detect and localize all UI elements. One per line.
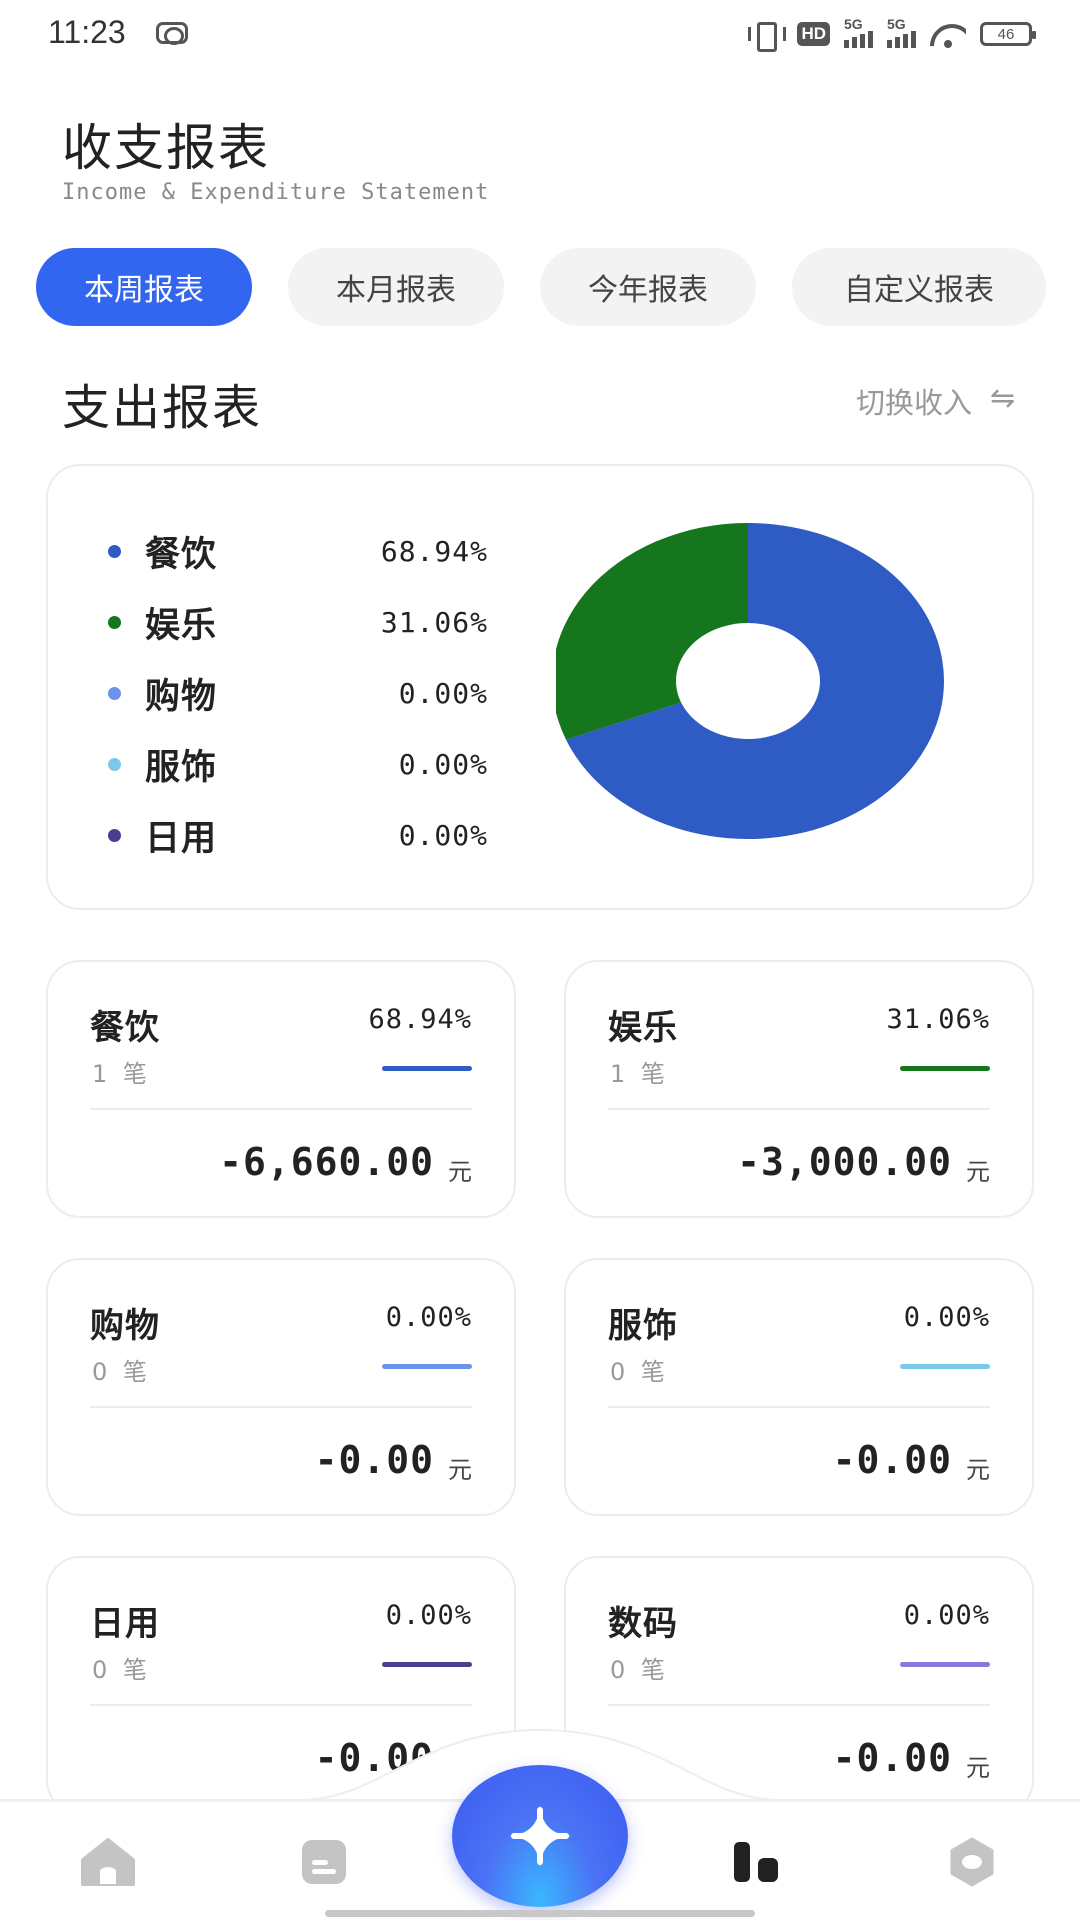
legend-name: 娱乐 xyxy=(145,606,218,646)
legend-dot xyxy=(108,616,121,629)
add-record-button[interactable] xyxy=(452,1765,628,1907)
legend-name: 餐饮 xyxy=(145,535,218,575)
period-tabs: 本周报表 本月报表 今年报表 自定义报表 xyxy=(36,248,1046,326)
category-count: 1 笔 xyxy=(610,1060,669,1088)
category-card[interactable]: 餐饮 68.94% 1 笔 -6,660.00 元 xyxy=(46,960,516,1218)
category-count: 0 笔 xyxy=(92,1358,151,1386)
category-count: 0 笔 xyxy=(610,1656,669,1684)
category-count: 0 笔 xyxy=(610,1358,669,1386)
signal-icon-2: 5G xyxy=(887,16,916,48)
category-name: 购物 xyxy=(90,1306,160,1346)
status-bar: 11:23 HD 5G 5G 46 xyxy=(0,0,1080,70)
category-color-bar xyxy=(382,1066,472,1071)
legend-item: 服饰 0.00% xyxy=(108,729,488,800)
legend-dot xyxy=(108,545,121,558)
legend-percent: 0.00% xyxy=(398,748,488,781)
chart-legend: 餐饮 68.94% 娱乐 31.06% 购物 0.00% 服饰 0.00% 日用… xyxy=(108,516,488,871)
add-icon xyxy=(509,1805,571,1867)
home-icon xyxy=(81,1838,135,1886)
card-divider xyxy=(90,1108,472,1110)
nav-bill[interactable] xyxy=(284,1822,364,1902)
category-name: 娱乐 xyxy=(608,1008,678,1048)
legend-percent: 0.00% xyxy=(398,677,488,710)
category-color-bar xyxy=(900,1662,990,1667)
home-indicator xyxy=(325,1910,755,1917)
card-divider xyxy=(608,1704,990,1706)
legend-item: 娱乐 31.06% xyxy=(108,587,488,658)
tab-custom[interactable]: 自定义报表 xyxy=(792,248,1046,326)
category-name: 服饰 xyxy=(608,1306,678,1346)
vibrate-icon xyxy=(747,20,787,52)
category-card[interactable]: 服饰 0.00% 0 笔 -0.00 元 xyxy=(564,1258,1034,1516)
swap-icon xyxy=(990,381,1018,416)
category-amount: -0.00 xyxy=(832,1438,952,1482)
category-percent: 31.06% xyxy=(886,1004,990,1035)
section-title: 支出报表 xyxy=(62,380,263,436)
card-divider xyxy=(90,1406,472,1408)
category-percent: 0.00% xyxy=(385,1600,472,1631)
report-icon xyxy=(734,1842,778,1882)
screen-cast-icon xyxy=(156,22,188,45)
hd-badge: HD xyxy=(797,22,830,46)
legend-dot xyxy=(108,758,121,771)
category-color-bar xyxy=(382,1364,472,1369)
wifi-icon xyxy=(930,20,966,48)
legend-percent: 31.06% xyxy=(380,606,488,639)
status-icons: HD 5G 5G 46 xyxy=(747,16,1036,52)
battery-icon: 46 xyxy=(980,22,1036,46)
legend-percent: 0.00% xyxy=(398,819,488,852)
switch-income-label: 切换收入 xyxy=(855,386,972,420)
page-subtitle: Income & Expenditure Statement xyxy=(62,180,490,205)
category-color-bar xyxy=(900,1364,990,1369)
currency-unit: 元 xyxy=(448,1456,472,1484)
legend-dot xyxy=(108,829,121,842)
category-percent: 0.00% xyxy=(903,1600,990,1631)
nav-report[interactable] xyxy=(716,1822,796,1902)
legend-percent: 68.94% xyxy=(380,535,488,568)
category-name: 数码 xyxy=(608,1604,678,1644)
category-percent: 0.00% xyxy=(903,1302,990,1333)
category-amount: -0.00 xyxy=(314,1438,434,1482)
donut-chart xyxy=(556,523,944,839)
bill-icon xyxy=(302,1840,346,1884)
settings-icon xyxy=(950,1837,994,1887)
tab-year[interactable]: 今年报表 xyxy=(540,248,756,326)
category-card[interactable]: 娱乐 31.06% 1 笔 -3,000.00 元 xyxy=(564,960,1034,1218)
signal-icon-1: 5G xyxy=(844,16,873,48)
card-divider xyxy=(608,1406,990,1408)
category-card[interactable]: 购物 0.00% 0 笔 -0.00 元 xyxy=(46,1258,516,1516)
status-time: 11:23 xyxy=(48,14,126,50)
category-percent: 0.00% xyxy=(385,1302,472,1333)
category-amount: -6,660.00 xyxy=(219,1140,434,1184)
page-title: 收支报表 xyxy=(62,119,270,177)
legend-item: 日用 0.00% xyxy=(108,800,488,871)
tab-week[interactable]: 本周报表 xyxy=(36,248,252,326)
category-color-bar xyxy=(382,1662,472,1667)
legend-name: 日用 xyxy=(145,819,218,859)
category-amount: -3,000.00 xyxy=(737,1140,952,1184)
switch-income-button[interactable]: 切换收入 xyxy=(856,380,1018,422)
legend-dot xyxy=(108,687,121,700)
category-name: 餐饮 xyxy=(90,1008,160,1048)
legend-name: 购物 xyxy=(145,677,218,717)
nav-settings[interactable] xyxy=(932,1822,1012,1902)
currency-unit: 元 xyxy=(966,1456,990,1484)
currency-unit: 元 xyxy=(448,1158,472,1186)
category-count: 1 笔 xyxy=(92,1060,151,1088)
legend-name: 服饰 xyxy=(145,748,218,788)
category-name: 日用 xyxy=(90,1604,160,1644)
donut-slice-娱乐 xyxy=(556,523,748,740)
summary-card: 餐饮 68.94% 娱乐 31.06% 购物 0.00% 服饰 0.00% 日用… xyxy=(46,464,1034,910)
card-divider xyxy=(608,1108,990,1110)
category-percent: 68.94% xyxy=(368,1004,472,1035)
nav-home[interactable] xyxy=(68,1822,148,1902)
currency-unit: 元 xyxy=(966,1158,990,1186)
category-count: 0 笔 xyxy=(92,1656,151,1684)
card-divider xyxy=(90,1704,472,1706)
tab-month[interactable]: 本月报表 xyxy=(288,248,504,326)
legend-item: 购物 0.00% xyxy=(108,658,488,729)
category-color-bar xyxy=(900,1066,990,1071)
legend-item: 餐饮 68.94% xyxy=(108,516,488,587)
